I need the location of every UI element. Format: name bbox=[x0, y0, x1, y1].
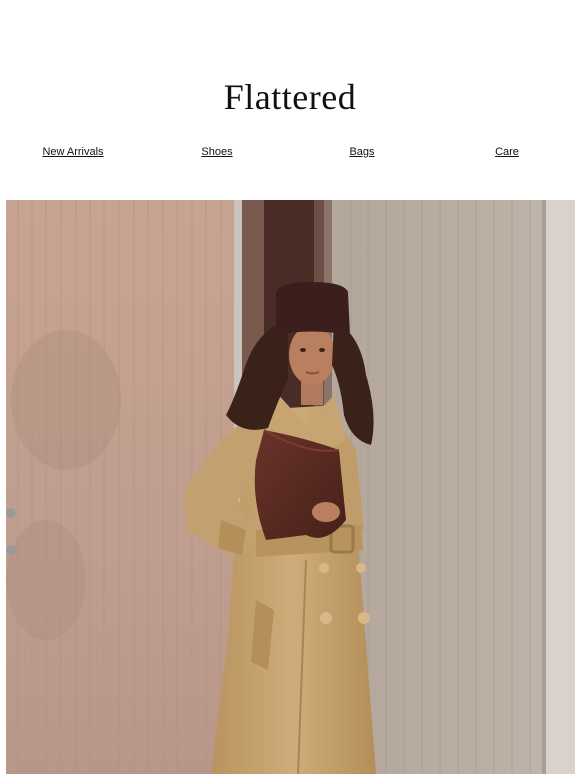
model-face bbox=[289, 325, 335, 385]
nav-link-shoes[interactable]: Shoes bbox=[201, 146, 232, 158]
nav-link-new-arrivals[interactable]: New Arrivals bbox=[42, 146, 103, 158]
email-page: Flattered New Arrivals Shoes Bags Care bbox=[0, 0, 580, 774]
wall-column bbox=[546, 200, 575, 774]
nav-link-bags[interactable]: Bags bbox=[349, 146, 374, 158]
hero-image[interactable] bbox=[6, 200, 575, 774]
door-hinge bbox=[6, 508, 16, 518]
hero-illustration bbox=[6, 200, 575, 774]
nav-link-care[interactable]: Care bbox=[495, 146, 519, 158]
main-nav: New Arrivals Shoes Bags Care bbox=[0, 146, 580, 164]
brand-logo[interactable]: Flattered bbox=[0, 76, 580, 118]
hat bbox=[276, 282, 350, 335]
